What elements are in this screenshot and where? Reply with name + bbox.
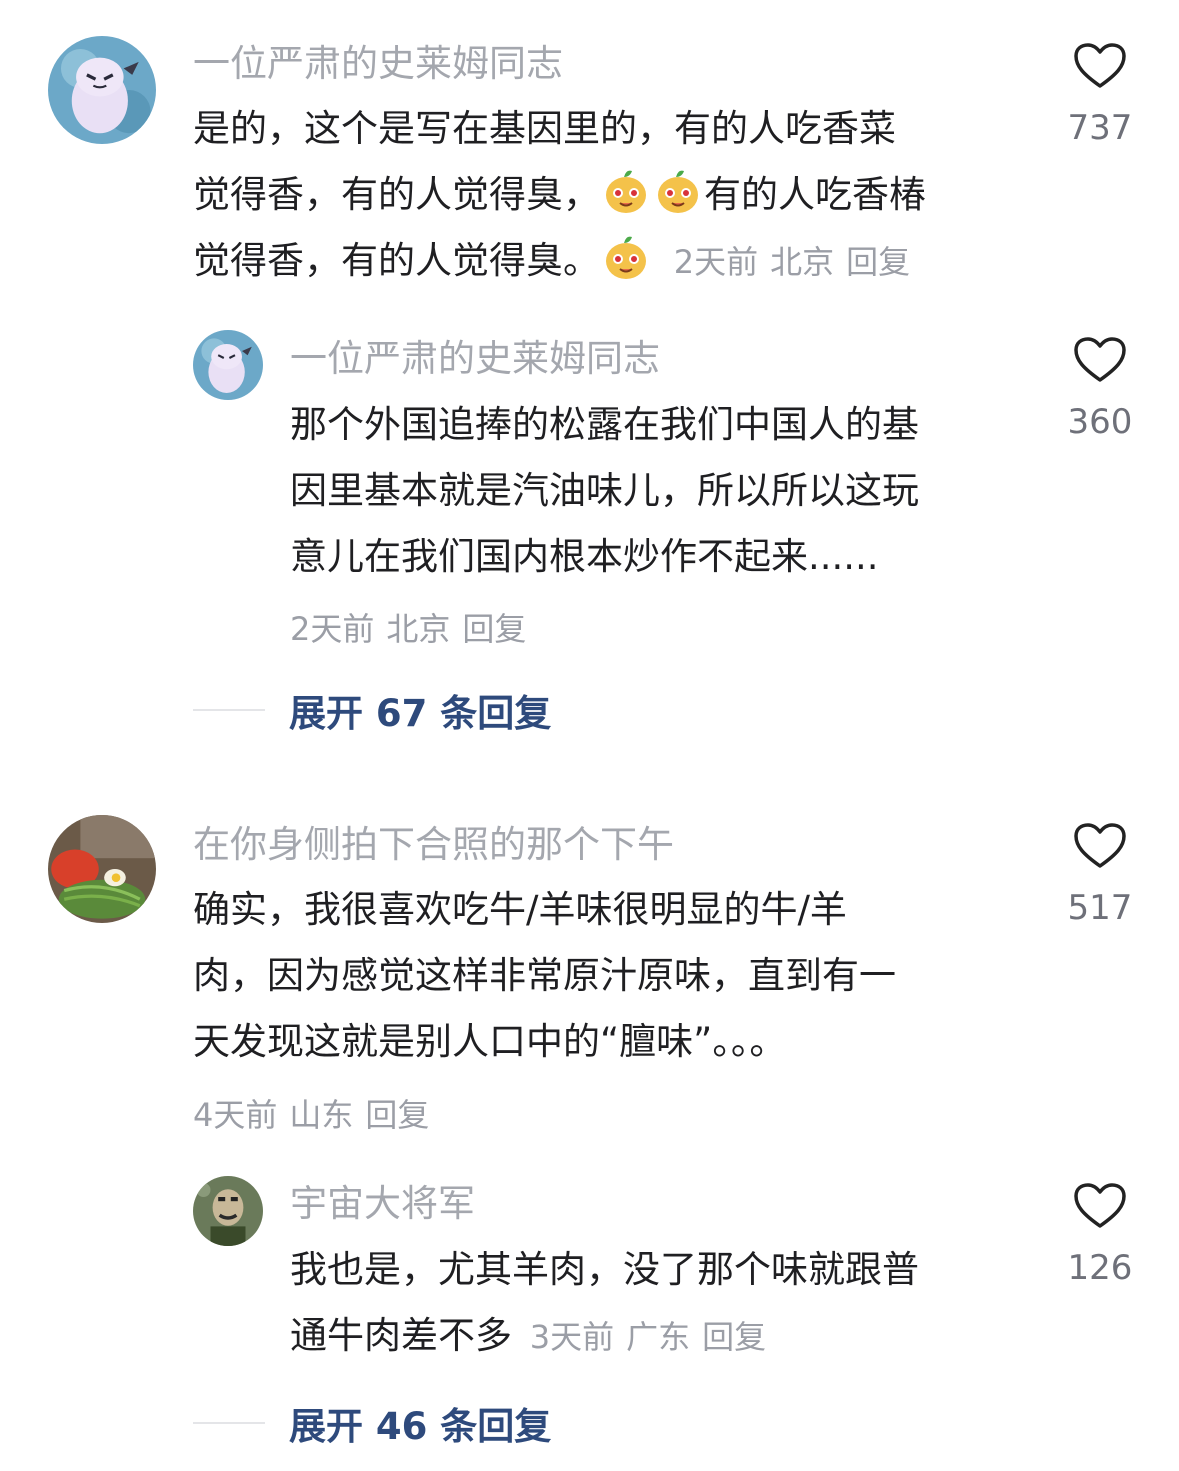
comment-text: 是的，这个是写在基因里的，有的人吃香菜 觉得香，有的人觉得臭， 有的人吃香椿 觉得… bbox=[193, 96, 1053, 295]
like-button[interactable]: 737 bbox=[1055, 42, 1145, 148]
comment-text-segment: 有的人吃香椿 bbox=[704, 173, 926, 216]
reply-text-line: 我也是，尤其羊肉，没了那个味就跟普 bbox=[290, 1248, 919, 1291]
reply-text-line: 因里基本就是汽油味儿，所以所以这玩 bbox=[290, 469, 919, 512]
comment-location: 北京 bbox=[770, 243, 835, 281]
avatar[interactable] bbox=[193, 1176, 263, 1246]
comment-username[interactable]: 在你身侧拍下合照的那个下午 bbox=[193, 823, 674, 867]
drooling-face-emoji-icon bbox=[602, 167, 650, 215]
comment-time: 2天前 bbox=[673, 243, 759, 281]
like-count: 126 bbox=[1067, 1248, 1133, 1288]
avatar-image bbox=[193, 330, 263, 400]
like-button[interactable]: 517 bbox=[1055, 822, 1145, 928]
divider bbox=[193, 1422, 265, 1424]
avatar-image bbox=[48, 36, 156, 144]
avatar-image bbox=[48, 815, 156, 923]
reply-location: 广东 bbox=[626, 1318, 691, 1356]
avatar-image bbox=[193, 1176, 263, 1246]
like-button[interactable]: 360 bbox=[1055, 336, 1145, 442]
like-button[interactable]: 126 bbox=[1055, 1182, 1145, 1288]
comment-text-line: 天发现这就是别人口中的“膻味”。。。 bbox=[193, 1020, 787, 1063]
comment-text-segment: 觉得香，有的人觉得臭。 bbox=[193, 239, 600, 282]
like-count: 517 bbox=[1067, 888, 1133, 928]
like-count: 360 bbox=[1067, 402, 1133, 442]
reply-meta: 2天前 北京 回复 bbox=[290, 604, 538, 650]
avatar[interactable] bbox=[48, 36, 156, 144]
reply-text-line: 通牛肉差不多 3天前 广东 回复 bbox=[290, 1303, 1030, 1370]
comment-meta: 2天前 北京 回复 bbox=[674, 243, 922, 281]
heart-outline-icon bbox=[1074, 823, 1126, 868]
drooling-face-emoji-icon bbox=[654, 167, 702, 215]
avatar[interactable] bbox=[193, 330, 263, 400]
comment-location: 山东 bbox=[289, 1096, 354, 1134]
comment-text-line: 觉得香，有的人觉得臭。 2天前 北京 回复 bbox=[193, 228, 1053, 295]
comment-text-line: 肉，因为感觉这样非常原汁原味，直到有一 bbox=[193, 954, 896, 997]
reply-location: 北京 bbox=[386, 610, 451, 648]
reply-text: 我也是，尤其羊肉，没了那个味就跟普 通牛肉差不多 3天前 广东 回复 bbox=[290, 1237, 1030, 1370]
expand-replies-button[interactable]: 展开 67 条回复 bbox=[193, 683, 551, 737]
heart-outline-icon bbox=[1074, 43, 1126, 88]
reply-time: 2天前 bbox=[290, 610, 375, 648]
reply-time: 3天前 bbox=[529, 1318, 615, 1356]
reply-text-segment: 通牛肉差不多 bbox=[290, 1314, 512, 1357]
drooling-face-emoji-icon bbox=[602, 233, 650, 281]
comment-text-segment: 觉得香，有的人觉得臭， bbox=[193, 173, 600, 216]
like-count: 737 bbox=[1067, 108, 1133, 148]
avatar[interactable] bbox=[48, 815, 156, 923]
heart-outline-icon bbox=[1074, 337, 1126, 382]
comment-text: 确实，我很喜欢吃牛/羊味很明显的牛/羊 肉，因为感觉这样非常原汁原味，直到有一 … bbox=[193, 877, 1053, 1075]
reply-button[interactable]: 回复 bbox=[846, 243, 910, 281]
reply-text-line: 意儿在我们国内根本炒作不起来...... bbox=[290, 535, 879, 578]
reply-username[interactable]: 一位严肃的史莱姆同志 bbox=[290, 337, 660, 381]
reply-meta: 3天前 广东 回复 bbox=[530, 1318, 778, 1356]
expand-replies-label: 展开 46 条回复 bbox=[289, 1405, 552, 1448]
comment-text-line: 觉得香，有的人觉得臭， 有的人吃香椿 bbox=[193, 162, 1053, 228]
comment-text-line: 确实，我很喜欢吃牛/羊味很明显的牛/羊 bbox=[193, 888, 847, 931]
comment-time: 4天前 bbox=[193, 1096, 278, 1134]
reply-username[interactable]: 宇宙大将军 bbox=[290, 1182, 475, 1226]
comment-meta: 4天前 山东 回复 bbox=[193, 1090, 441, 1136]
reply-button[interactable]: 回复 bbox=[702, 1318, 766, 1356]
reply-button[interactable]: 回复 bbox=[365, 1096, 429, 1134]
comment-text-line: 是的，这个是写在基因里的，有的人吃香菜 bbox=[193, 107, 896, 150]
divider bbox=[193, 709, 265, 711]
reply-text-line: 那个外国追捧的松露在我们中国人的基 bbox=[290, 403, 919, 446]
reply-button[interactable]: 回复 bbox=[462, 610, 526, 648]
heart-outline-icon bbox=[1074, 1183, 1126, 1228]
reply-text: 那个外国追捧的松露在我们中国人的基 因里基本就是汽油味儿，所以所以这玩 意儿在我… bbox=[290, 392, 1030, 590]
expand-replies-button[interactable]: 展开 46 条回复 bbox=[193, 1396, 551, 1450]
expand-replies-label: 展开 67 条回复 bbox=[289, 692, 552, 735]
comment-username[interactable]: 一位严肃的史莱姆同志 bbox=[193, 42, 563, 86]
